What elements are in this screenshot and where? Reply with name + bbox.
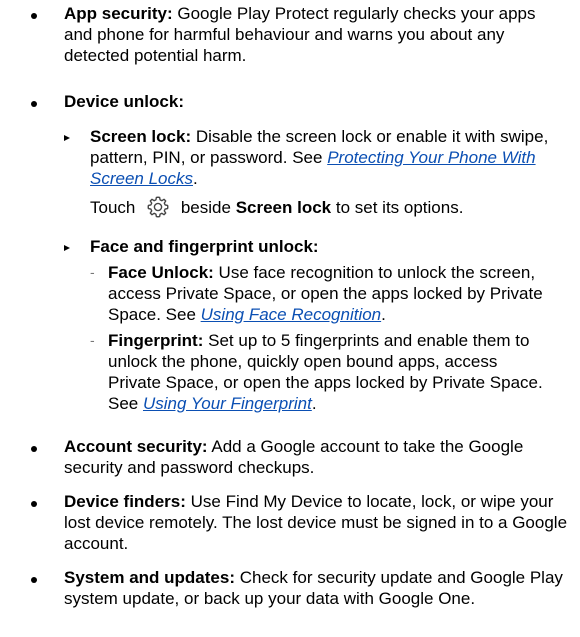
screen-lock-title: Screen lock: bbox=[90, 127, 192, 146]
touch-note: Touch beside Screen lock to set its opti… bbox=[90, 195, 560, 219]
face-unlock-item: Face Unlock: Use face recognition to unl… bbox=[108, 262, 563, 325]
touch-note-bold: Screen lock bbox=[235, 198, 332, 217]
fingerprint-period: . bbox=[311, 394, 317, 413]
device-finders-title: Device finders: bbox=[64, 492, 186, 511]
device-unlock-title: Device unlock: bbox=[64, 92, 184, 111]
bullet bbox=[31, 577, 37, 583]
device-unlock-title-row: Device unlock: bbox=[64, 91, 564, 112]
fingerprint-link[interactable]: Using Your Fingerprint bbox=[143, 394, 312, 413]
account-security-title: Account security: bbox=[64, 437, 208, 456]
fingerprint-title: Fingerprint: bbox=[108, 331, 204, 350]
face-fingerprint-title-row: Face and fingerprint unlock: bbox=[90, 236, 560, 257]
screen-lock-period: . bbox=[193, 169, 198, 188]
dash-marker: - bbox=[90, 264, 95, 280]
device-finders-item: Device finders: Use Find My Device to lo… bbox=[64, 491, 569, 554]
screen-lock-item: Screen lock: Disable the screen lock or … bbox=[90, 126, 560, 189]
face-unlock-title: Face Unlock: bbox=[108, 263, 214, 282]
gear-icon bbox=[147, 196, 169, 218]
app-security-item: App security: Google Play Protect regula… bbox=[64, 3, 564, 66]
bullet bbox=[31, 13, 37, 19]
touch-note-before: Touch bbox=[90, 198, 136, 217]
face-unlock-period: . bbox=[381, 305, 386, 324]
subbullet-triangle bbox=[64, 135, 70, 141]
bullet bbox=[31, 446, 37, 452]
bullet bbox=[31, 501, 37, 507]
account-security-item: Account security: Add a Google account t… bbox=[64, 436, 524, 478]
face-fingerprint-title: Face and fingerprint unlock: bbox=[90, 237, 319, 256]
security-document: App security: Google Play Protect regula… bbox=[0, 0, 580, 637]
system-updates-title: System and updates: bbox=[64, 568, 235, 587]
touch-note-after: beside bbox=[180, 198, 231, 217]
bullet bbox=[31, 101, 37, 107]
app-security-title: App security: bbox=[64, 4, 173, 23]
fingerprint-item: Fingerprint: Set up to 5 fingerprints an… bbox=[108, 330, 548, 414]
touch-note-end: to set its options. bbox=[335, 198, 464, 217]
dash-marker: - bbox=[90, 332, 95, 348]
system-updates-item: System and updates: Check for security u… bbox=[64, 567, 564, 609]
subbullet-triangle bbox=[64, 245, 70, 251]
face-unlock-link[interactable]: Using Face Recognition bbox=[201, 305, 381, 324]
